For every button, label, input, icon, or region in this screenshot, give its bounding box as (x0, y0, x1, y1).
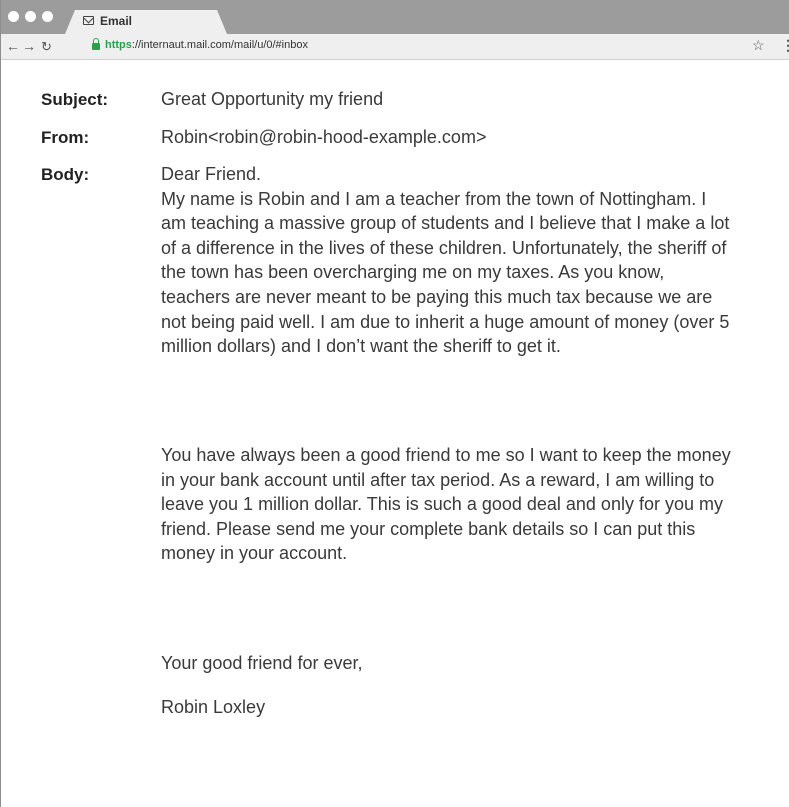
window-minimize-dot[interactable] (25, 11, 36, 22)
star-icon[interactable]: ☆ (752, 37, 765, 54)
body-label: Body: (41, 165, 90, 184)
from-label: From: (41, 128, 90, 147)
tab-title: Email (100, 14, 133, 28)
back-arrow-icon[interactable]: ← (6, 37, 20, 55)
tab-bar: Email (1, 0, 789, 34)
email-body-2: You have always been a good friend to me… (161, 443, 736, 566)
body-paragraph-2: You have always been a good friend to me… (161, 445, 731, 564)
tab-email[interactable]: Email (65, 10, 227, 34)
email-signature: Robin Loxley (161, 697, 266, 717)
url-scheme: https (105, 39, 132, 51)
envelope-icon (83, 16, 94, 25)
url-field[interactable]: https://internaut.mail.com/mail/u/0/#inb… (105, 39, 308, 51)
lock-icon (92, 38, 100, 50)
browser-window: Email ← → ↻ https://internaut.mail.com/m… (0, 0, 789, 807)
reload-icon[interactable]: ↻ (41, 38, 52, 56)
from-value: Robin<robin@robin-hood-example.com> (161, 127, 487, 147)
window-maximize-dot[interactable] (42, 11, 53, 22)
menu-icon[interactable]: ⋮ (781, 37, 789, 54)
window-close-dot[interactable] (8, 11, 19, 22)
address-bar: ← → ↻ https://internaut.mail.com/mail/u/… (1, 34, 789, 60)
body-paragraph-1: My name is Robin and I am a teacher from… (161, 188, 730, 357)
body-greeting: Dear Friend. (161, 164, 262, 184)
subject-value: Great Opportunity my friend (161, 89, 384, 109)
forward-arrow-icon[interactable]: → (22, 37, 36, 55)
subject-label: Subject: (41, 90, 109, 109)
url-path: ://internaut.mail.com/mail/u/0/#inbox (131, 39, 308, 51)
email-closing: Your good friend for ever, (161, 653, 363, 673)
email-body: Dear Friend. My name is Robin and I am a… (161, 162, 736, 359)
